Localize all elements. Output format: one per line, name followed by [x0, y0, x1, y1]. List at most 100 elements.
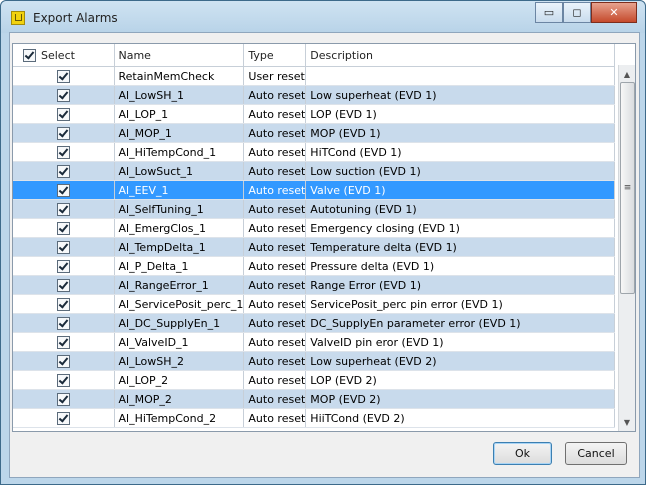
row-select-cell[interactable] [13, 218, 115, 238]
row-select-cell[interactable] [13, 142, 115, 162]
row-checkbox[interactable] [56, 411, 70, 425]
row-description: LOP (EVD 1) [305, 104, 616, 124]
row-select-cell[interactable] [13, 199, 115, 219]
table-row[interactable]: Al_SelfTuning_1 Auto reset Autotuning (EVD… [13, 199, 616, 219]
minimize-button[interactable]: ▭ [535, 2, 563, 23]
table-row[interactable]: Al_DC_SupplyEn_1 Auto reset DC_SupplyEn pa… [13, 313, 616, 333]
row-description: Low superheat (EVD 2) [305, 351, 616, 371]
row-select-cell[interactable] [13, 313, 115, 333]
table-row[interactable]: Al_ValveID_1 Auto reset ValveID pin eror (… [13, 332, 616, 352]
export-alarms-window: Export Alarms ▭ ◻ ✕ Select Name Type Des… [0, 0, 646, 485]
table-row[interactable]: Al_EmergClos_1 Auto reset Emergency closin… [13, 218, 616, 238]
row-select-cell[interactable] [13, 237, 115, 257]
maximize-button[interactable]: ◻ [563, 2, 591, 23]
row-checkbox[interactable] [56, 164, 70, 178]
table-row[interactable]: Al_TempDelta_1 Auto reset Temperature delt… [13, 237, 616, 257]
table-row[interactable]: Al_P_Delta_1 Auto reset Pressure delta (EV… [13, 256, 616, 276]
table-row[interactable]: Al_LowSuct_1 Auto reset Low suction (EVD 1… [13, 161, 616, 181]
row-checkbox[interactable] [56, 88, 70, 102]
row-type: Auto reset [243, 351, 307, 371]
row-select-cell[interactable] [13, 66, 115, 86]
row-description: Pressure delta (EVD 1) [305, 256, 616, 276]
header-type[interactable]: Type [243, 44, 307, 67]
table-row[interactable]: Al_LowSH_1 Auto reset Low superheat (EVD 1… [13, 85, 616, 105]
table-row[interactable]: Al_LowSH_2 Auto reset Low superheat (EVD 2… [13, 351, 616, 371]
row-checkbox[interactable] [56, 278, 70, 292]
row-select-cell[interactable] [13, 370, 115, 390]
row-name: Al_LowSH_2 [114, 351, 245, 371]
select-all-checkbox[interactable] [23, 48, 36, 62]
row-checkbox[interactable] [56, 69, 70, 83]
row-select-cell[interactable] [13, 351, 115, 371]
row-checkbox[interactable] [56, 183, 70, 197]
row-checkbox[interactable] [56, 202, 70, 216]
table-body: RetainMemCheck User reset Al_LowSH_1 Auto r… [13, 66, 616, 428]
row-name: Al_DC_SupplyEn_1 [114, 313, 245, 333]
row-type: Auto reset [243, 199, 307, 219]
title-bar[interactable]: Export Alarms ▭ ◻ ✕ [1, 1, 645, 33]
table-row[interactable]: Al_RangeError_1 Auto reset Range Error (EV… [13, 275, 616, 295]
row-checkbox[interactable] [56, 221, 70, 235]
table-row[interactable]: Al_LOP_2 Auto reset LOP (EVD 2) [13, 370, 616, 390]
table-row[interactable]: Al_MOP_2 Auto reset MOP (EVD 2) [13, 389, 616, 409]
row-select-cell[interactable] [13, 294, 115, 314]
table-row[interactable]: Al_EEV_1 Auto reset Valve (EVD 1) [13, 180, 616, 200]
row-name: Al_LOP_2 [114, 370, 245, 390]
scroll-down-icon[interactable]: ▼ [619, 415, 635, 429]
row-checkbox[interactable] [56, 126, 70, 140]
row-description: Low suction (EVD 1) [305, 161, 616, 181]
row-checkbox[interactable] [56, 240, 70, 254]
table-row[interactable]: Al_HiTempCond_2 Auto reset HiiTCond (EVD 2… [13, 408, 616, 428]
vertical-scrollbar[interactable]: ▲ ≡ ▼ [618, 65, 635, 431]
cancel-button[interactable]: Cancel [565, 442, 627, 465]
row-select-cell[interactable] [13, 85, 115, 105]
row-select-cell[interactable] [13, 275, 115, 295]
row-checkbox[interactable] [56, 392, 70, 406]
row-select-cell[interactable] [13, 180, 115, 200]
caption-buttons: ▭ ◻ ✕ [535, 2, 637, 23]
row-description: Low superheat (EVD 1) [305, 85, 616, 105]
row-name: Al_ServicePosit_perc_1 [114, 294, 245, 314]
row-checkbox[interactable] [56, 354, 70, 368]
row-checkbox[interactable] [56, 107, 70, 121]
row-select-cell[interactable] [13, 389, 115, 409]
row-select-cell[interactable] [13, 256, 115, 276]
header-name[interactable]: Name [114, 44, 245, 67]
row-description: Range Error (EVD 1) [305, 275, 616, 295]
ok-button[interactable]: Ok [493, 442, 552, 465]
header-select[interactable]: Select [13, 44, 115, 67]
row-checkbox[interactable] [56, 259, 70, 273]
window-title: Export Alarms [33, 11, 118, 25]
row-description: MOP (EVD 1) [305, 123, 616, 143]
row-checkbox[interactable] [56, 335, 70, 349]
table-row[interactable]: Al_MOP_1 Auto reset MOP (EVD 1) [13, 123, 616, 143]
row-select-cell[interactable] [13, 161, 115, 181]
row-description [305, 66, 616, 86]
scroll-up-icon[interactable]: ▲ [619, 67, 635, 81]
row-type: Auto reset [243, 313, 307, 333]
row-type: Auto reset [243, 370, 307, 390]
row-checkbox[interactable] [56, 373, 70, 387]
table-row[interactable]: RetainMemCheck User reset [13, 66, 616, 86]
row-select-cell[interactable] [13, 332, 115, 352]
row-type: Auto reset [243, 218, 307, 238]
row-select-cell[interactable] [13, 408, 115, 428]
header-description[interactable]: Description [305, 44, 616, 67]
row-name: Al_EEV_1 [114, 180, 245, 200]
row-type: Auto reset [243, 142, 307, 162]
row-type: Auto reset [243, 237, 307, 257]
table-row[interactable]: Al_HiTempCond_1 Auto reset HiTCond (EVD 1) [13, 142, 616, 162]
scroll-thumb[interactable]: ≡ [620, 82, 635, 294]
row-type: Auto reset [243, 256, 307, 276]
table-row[interactable]: Al_LOP_1 Auto reset LOP (EVD 1) [13, 104, 616, 124]
close-button[interactable]: ✕ [591, 2, 637, 23]
row-select-cell[interactable] [13, 123, 115, 143]
dialog-client-area: Select Name Type Description RetainMemCh… [9, 32, 640, 478]
row-checkbox[interactable] [56, 316, 70, 330]
row-name: Al_MOP_2 [114, 389, 245, 409]
row-select-cell[interactable] [13, 104, 115, 124]
table-row[interactable]: Al_ServicePosit_perc_1 Auto reset ServiceP… [13, 294, 616, 314]
row-checkbox[interactable] [56, 297, 70, 311]
row-description: HiTCond (EVD 1) [305, 142, 616, 162]
row-checkbox[interactable] [56, 145, 70, 159]
